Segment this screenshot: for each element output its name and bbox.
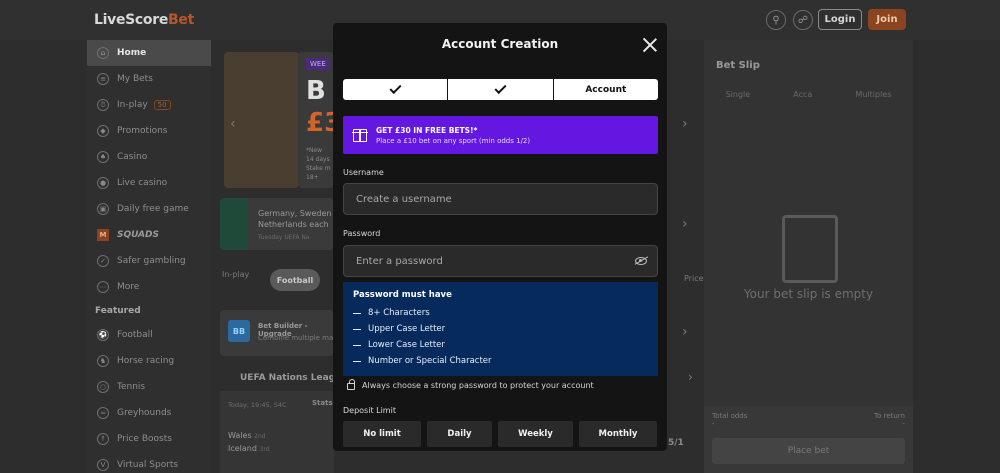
- rule-item: Number or Special Character: [353, 353, 648, 369]
- limit-weekly-button[interactable]: Weekly: [498, 421, 573, 447]
- password-input[interactable]: Enter a password: [343, 245, 658, 277]
- deposit-limit-options: No limit Daily Weekly Monthly: [343, 421, 658, 447]
- step-1-done: [343, 79, 447, 100]
- username-label: Username: [343, 168, 384, 177]
- modal-header: Account Creation: [333, 23, 667, 65]
- password-placeholder: Enter a password: [356, 255, 443, 267]
- gift-icon: [352, 128, 368, 142]
- check-icon: [494, 81, 507, 95]
- close-icon[interactable]: [643, 38, 657, 52]
- dash-icon: [353, 360, 361, 362]
- rule-item: 8+ Characters: [353, 305, 648, 321]
- limit-monthly-button[interactable]: Monthly: [579, 421, 657, 447]
- requirements-title: Password must have: [353, 290, 452, 300]
- step-progress: Account: [343, 79, 658, 100]
- password-requirements: Password must have 8+ Characters Upper C…: [343, 282, 658, 376]
- password-label: Password: [343, 229, 381, 238]
- hide-password-icon[interactable]: [635, 257, 647, 265]
- step-2-done: [447, 79, 552, 100]
- step-3-account: Account: [552, 79, 658, 100]
- check-icon: [389, 81, 402, 95]
- limit-no-limit-button[interactable]: No limit: [343, 421, 421, 447]
- username-input[interactable]: Create a username: [343, 183, 658, 215]
- dash-icon: [353, 328, 361, 330]
- lock-icon: [347, 379, 355, 390]
- strong-password-note: Always choose a strong password to prote…: [347, 379, 594, 390]
- username-placeholder: Create a username: [356, 193, 452, 205]
- dash-icon: [353, 312, 361, 314]
- modal-title: Account Creation: [441, 37, 559, 51]
- dash-icon: [353, 344, 361, 346]
- rule-item: Upper Case Letter: [353, 321, 648, 337]
- banner-subtitle: Place a £10 bet on any sport (min odds 1…: [376, 136, 531, 145]
- limit-daily-button[interactable]: Daily: [427, 421, 492, 447]
- deposit-limit-label: Deposit Limit: [343, 406, 396, 415]
- account-creation-modal: Account Creation Account GET £30 IN FREE…: [333, 23, 667, 451]
- banner-title: GET £30 IN FREE BETS!*: [376, 125, 478, 135]
- free-bets-banner: GET £30 IN FREE BETS!* Place a £10 bet o…: [343, 116, 658, 154]
- rule-item: Lower Case Letter: [353, 337, 648, 353]
